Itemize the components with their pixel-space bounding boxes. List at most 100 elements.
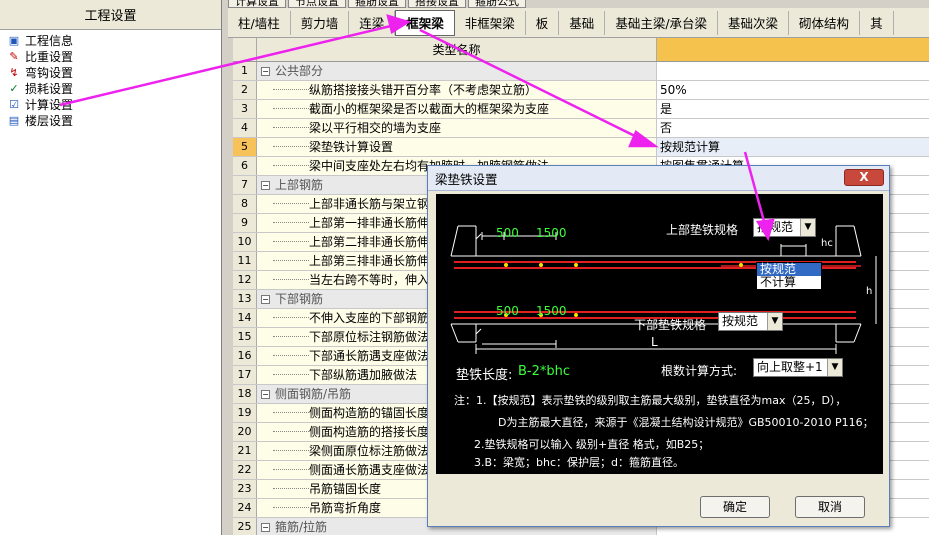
tab-non-frame-beam[interactable]: 非框架梁	[455, 10, 526, 35]
row-name-text: 下部通长筋遇支座做法	[309, 349, 430, 363]
ok-button[interactable]: 确定	[700, 496, 770, 518]
tab-coupling-beam[interactable]: 连梁	[349, 10, 396, 35]
tree-item-label: 楼层设置	[25, 113, 74, 128]
row-number: 19	[233, 404, 257, 422]
collapse-icon[interactable]: −	[261, 67, 270, 76]
tab-frame-beam[interactable]: 框架梁	[395, 9, 455, 36]
dim-hc: hc	[821, 238, 833, 249]
tab-foundation[interactable]: 基础	[559, 10, 606, 35]
count-method-select[interactable]: 向上取整+1 ▼	[753, 358, 843, 377]
tree-indent	[273, 347, 309, 356]
row-number: 24	[233, 499, 257, 517]
dim-1500-top: 1500	[536, 226, 567, 240]
tab-column[interactable]: 柱/墙柱	[228, 10, 291, 35]
row-name-text: 下部原位标注钢筋做法	[309, 330, 430, 344]
row-number: 6	[233, 157, 257, 175]
tab-masonry[interactable]: 砌体结构	[789, 10, 861, 35]
chevron-down-icon[interactable]: ▼	[800, 219, 815, 236]
table-row[interactable]: 5 梁垫铁计算设置 按规范计算	[233, 138, 929, 157]
header-value-cell	[657, 38, 929, 61]
top-tab[interactable]: 搭接设置	[408, 0, 466, 8]
upper-spec-select[interactable]: 按规范 ▼	[753, 218, 816, 237]
row-name-cell: 梁以平行相交的墙为支座	[257, 119, 657, 137]
tree-item-hook[interactable]: ↯ 弯钩设置	[0, 64, 221, 80]
dropdown-option[interactable]: 不计算	[757, 276, 821, 289]
floor-icon: ▤	[8, 113, 20, 127]
note-line: 2.垫铁规格可以输入 级别+直径 格式，如B25；	[474, 438, 710, 451]
row-name-text: 梁侧面原位标注筋做法	[309, 444, 430, 458]
lower-spec-select[interactable]: 按规范 ▼	[718, 312, 783, 331]
chevron-down-icon[interactable]: ▼	[827, 359, 842, 376]
dialog-title: 梁垫铁设置	[428, 166, 889, 191]
tab-shear-wall[interactable]: 剪力墙	[291, 10, 350, 35]
top-tab[interactable]: 节点设置	[288, 0, 346, 8]
left-panel: 工程设置 ▣ 工程信息 ✎ 比重设置 ↯ 弯钩设置 ✓ 损耗设置 ☑ 计算设置 ▤ 楼层设置	[0, 0, 222, 535]
row-name-text: 截面小的框架梁是否以截面大的框架梁为支座	[309, 102, 550, 116]
table-row[interactable]: 2 纵筋搭接接头错开百分率（不考虑架立筋） 50%	[233, 81, 929, 100]
row-number: 7	[233, 176, 257, 194]
close-button[interactable]: X	[844, 169, 884, 186]
tree-item-weight[interactable]: ✎ 比重设置	[0, 48, 221, 64]
calc-icon: ☑	[9, 97, 19, 111]
tree-indent	[273, 138, 309, 147]
chevron-down-icon[interactable]: ▼	[767, 313, 782, 330]
collapse-icon[interactable]: −	[261, 390, 270, 399]
row-name-text: 上部钢筋	[275, 178, 324, 192]
tree-indent	[273, 499, 309, 508]
row-number: 16	[233, 347, 257, 365]
length-label: 垫铁长度:	[456, 368, 513, 383]
row-name-text: 侧面构造筋的锚固长度	[309, 406, 430, 420]
row-number: 15	[233, 328, 257, 346]
top-tab[interactable]: 计算设置	[228, 0, 286, 8]
tree-item-label: 计算设置	[25, 97, 74, 112]
tree-indent	[273, 195, 309, 204]
row-name-cell: 纵筋搭接接头错开百分率（不考虑架立筋）	[257, 81, 657, 99]
row-number: 10	[233, 233, 257, 251]
row-number: 4	[233, 119, 257, 137]
collapse-icon[interactable]: −	[261, 181, 270, 190]
info-icon: ▣	[8, 33, 20, 47]
tree-item-label: 损耗设置	[25, 81, 74, 96]
row-value-cell[interactable]: 50%	[657, 81, 929, 99]
tree-item-label: 弯钩设置	[25, 65, 74, 80]
row-number: 9	[233, 214, 257, 232]
tab-foundation-main-beam[interactable]: 基础主梁/承台梁	[605, 10, 719, 35]
top-tab[interactable]: 箍筋设置	[348, 0, 406, 8]
row-name-cell: 截面小的框架梁是否以截面大的框架梁为支座	[257, 100, 657, 118]
row-name-text: 吊筋弯折角度	[309, 501, 382, 515]
row-number: 25	[233, 518, 257, 535]
collapse-icon[interactable]: −	[261, 295, 270, 304]
row-name-text: 吊筋锚固长度	[309, 482, 382, 496]
tree-item-floor[interactable]: ▤ 楼层设置	[0, 112, 221, 128]
component-tabs: 柱/墙柱 剪力墙 连梁 框架梁 非框架梁 板 基础 基础主梁/承台梁 基础次梁 …	[228, 8, 929, 38]
tree-item-calc[interactable]: ☑ 计算设置	[0, 96, 221, 112]
count-method-label: 根数计算方式:	[661, 364, 738, 378]
tree-item-loss[interactable]: ✓ 损耗设置	[0, 80, 221, 96]
note-line: D为主筋最大直径，来源于《混凝土结构设计规范》GB50010-2010 P116…	[498, 416, 874, 429]
table-group-row[interactable]: 1− 公共部分	[233, 62, 929, 81]
tree-indent	[273, 442, 309, 451]
tree-indent	[273, 366, 309, 375]
row-name-text: 侧面钢筋/吊筋	[275, 387, 352, 401]
row-number: 1	[233, 62, 257, 80]
tab-other[interactable]: 其	[860, 10, 894, 35]
tree-item-label: 比重设置	[25, 49, 74, 64]
left-panel-title: 工程设置	[0, 0, 221, 30]
table-row[interactable]: 4 梁以平行相交的墙为支座 否	[233, 119, 929, 138]
tab-foundation-secondary-beam[interactable]: 基础次梁	[718, 10, 790, 35]
row-value-cell[interactable]	[657, 62, 929, 80]
table-row[interactable]: 3 截面小的框架梁是否以截面大的框架梁为支座 是	[233, 100, 929, 119]
row-name-text: 纵筋搭接接头错开百分率（不考虑架立筋）	[309, 83, 538, 97]
grid-header: 类型名称	[233, 38, 929, 62]
row-value-cell[interactable]: 是	[657, 100, 929, 118]
tab-slab[interactable]: 板	[526, 10, 560, 35]
upper-spec-value: 按规范	[757, 220, 794, 234]
row-value-cell[interactable]: 按规范计算	[657, 138, 929, 156]
cancel-button[interactable]: 取消	[795, 496, 865, 518]
row-value-cell[interactable]: 否	[657, 119, 929, 137]
tree-item-project-info[interactable]: ▣ 工程信息	[0, 32, 221, 48]
collapse-icon[interactable]: −	[261, 523, 270, 532]
top-tab[interactable]: 箍筋公式	[468, 0, 526, 8]
row-number: 20	[233, 423, 257, 441]
tree-indent	[273, 271, 309, 280]
